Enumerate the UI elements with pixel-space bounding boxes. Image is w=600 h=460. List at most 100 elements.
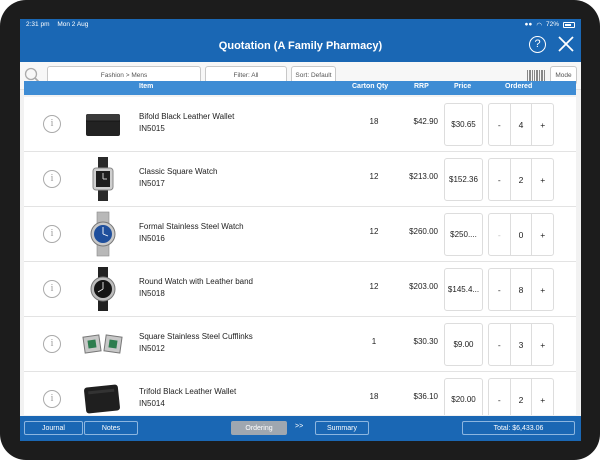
product-code: IN5015 bbox=[139, 124, 165, 133]
info-icon[interactable]: i bbox=[43, 170, 61, 188]
quantity-stepper: - 2 + bbox=[488, 378, 554, 415]
info-icon[interactable]: i bbox=[43, 390, 61, 408]
ordered-quantity[interactable]: 3 bbox=[509, 324, 532, 365]
product-code: IN5012 bbox=[139, 344, 165, 353]
price-field[interactable]: $9.00 bbox=[444, 323, 483, 366]
product-code: IN5016 bbox=[139, 234, 165, 243]
product-name: Trifold Black Leather Wallet bbox=[139, 387, 237, 396]
column-ordered: Ordered bbox=[505, 83, 533, 90]
barcode-icon[interactable] bbox=[527, 70, 545, 81]
rrp-value: $42.90 bbox=[413, 117, 438, 126]
carton-qty: 12 bbox=[369, 282, 379, 291]
summary-tab[interactable]: Summary bbox=[315, 421, 369, 435]
decrement-button[interactable]: - bbox=[489, 269, 510, 310]
battery-icon bbox=[563, 21, 575, 28]
decrement-button[interactable]: - bbox=[489, 104, 510, 145]
column-price: Price bbox=[454, 83, 472, 90]
product-name: Formal Stainless Steel Watch bbox=[139, 222, 244, 231]
product-code: IN5014 bbox=[139, 399, 165, 408]
price-field[interactable]: $152.36 bbox=[444, 158, 483, 201]
info-icon[interactable]: i bbox=[43, 335, 61, 353]
ordered-quantity[interactable]: 8 bbox=[509, 269, 532, 310]
cufflinks-icon bbox=[82, 334, 123, 354]
increment-button[interactable]: + bbox=[531, 159, 553, 200]
product-code: IN5018 bbox=[139, 289, 165, 298]
status-bar: 2:31 pm Mon 2 Aug ●● ◠ 72% bbox=[20, 19, 581, 30]
steel-watch-icon bbox=[90, 211, 116, 257]
carton-qty: 12 bbox=[369, 172, 379, 181]
product-row[interactable]: i Trifold Black Leather Wallet IN5014 18… bbox=[24, 372, 576, 415]
battery-fill bbox=[565, 23, 571, 26]
column-rrp: RRP bbox=[414, 83, 429, 90]
product-row[interactable]: i Formal Stainless Steel Watch IN5016 12… bbox=[24, 207, 576, 262]
notes-button[interactable]: Notes bbox=[84, 421, 138, 435]
carton-qty: 1 bbox=[371, 337, 377, 346]
product-row[interactable]: i Square Stainless Steel Cufflinks IN501… bbox=[24, 317, 576, 372]
info-icon[interactable]: i bbox=[43, 280, 61, 298]
status-time: 2:31 pm bbox=[26, 21, 50, 28]
carton-qty: 12 bbox=[369, 227, 379, 236]
carton-qty: 18 bbox=[369, 117, 379, 126]
wifi-icon: ◠ bbox=[536, 21, 542, 29]
price-field[interactable]: $250.... bbox=[444, 213, 483, 256]
increment-button[interactable]: + bbox=[531, 104, 553, 145]
bottom-toolbar: Journal Notes Ordering >> Summary Total:… bbox=[20, 416, 581, 441]
step-arrows: >> bbox=[295, 423, 304, 430]
ordered-quantity[interactable]: 4 bbox=[509, 104, 532, 145]
status-date: Mon 2 Aug bbox=[57, 21, 89, 28]
quantity-stepper: - 2 + bbox=[488, 158, 554, 201]
quantity-stepper: - 4 + bbox=[488, 103, 554, 146]
journal-button[interactable]: Journal bbox=[24, 421, 83, 435]
info-icon[interactable]: i bbox=[43, 115, 61, 133]
round-watch-icon bbox=[90, 267, 116, 311]
carton-qty: 18 bbox=[369, 392, 379, 401]
column-item: Item bbox=[139, 83, 154, 90]
product-row[interactable]: i Bifold Black Leather Wallet IN5015 18 … bbox=[24, 97, 576, 152]
product-list: i Bifold Black Leather Wallet IN5015 18 … bbox=[24, 97, 576, 415]
square-watch-icon bbox=[92, 157, 114, 201]
rrp-value: $30.30 bbox=[413, 337, 438, 346]
price-field[interactable]: $20.00 bbox=[444, 378, 483, 415]
decrement-button[interactable]: - bbox=[489, 324, 510, 365]
rrp-value: $36.10 bbox=[413, 392, 438, 401]
product-name: Round Watch with Leather band bbox=[139, 277, 253, 286]
total-button[interactable]: Total: $6,433.06 bbox=[462, 421, 575, 435]
column-carton-qty: Carton Qty bbox=[352, 83, 389, 90]
wallet-icon bbox=[86, 114, 120, 136]
quantity-stepper: - 0 + bbox=[488, 213, 554, 256]
quantity-stepper: - 8 + bbox=[488, 268, 554, 311]
increment-button[interactable]: + bbox=[531, 379, 553, 415]
info-icon[interactable]: i bbox=[43, 225, 61, 243]
increment-button[interactable]: + bbox=[531, 324, 553, 365]
wallet-icon bbox=[84, 384, 120, 414]
product-name: Bifold Black Leather Wallet bbox=[139, 112, 235, 121]
increment-button[interactable]: + bbox=[531, 214, 553, 255]
page-title: Quotation (A Family Pharmacy) bbox=[218, 40, 383, 52]
close-icon[interactable] bbox=[556, 34, 576, 54]
product-code: IN5017 bbox=[139, 179, 165, 188]
ordered-quantity[interactable]: 2 bbox=[509, 379, 532, 415]
increment-button[interactable]: + bbox=[531, 269, 553, 310]
product-row[interactable]: i Round Watch with Leather band IN5018 1… bbox=[24, 262, 576, 317]
price-field[interactable]: $145.4... bbox=[444, 268, 483, 311]
product-name: Square Stainless Steel Cufflinks bbox=[139, 332, 253, 341]
rrp-value: $213.00 bbox=[409, 172, 438, 181]
decrement-button[interactable]: - bbox=[489, 214, 510, 255]
rrp-value: $260.00 bbox=[409, 227, 438, 236]
product-row[interactable]: i Classic Square Watch IN5017 12 $213.00… bbox=[24, 152, 576, 207]
ordered-quantity[interactable]: 2 bbox=[509, 159, 532, 200]
battery-percent: 72% bbox=[545, 21, 559, 28]
decrement-button[interactable]: - bbox=[489, 159, 510, 200]
app-screen: 2:31 pm Mon 2 Aug ●● ◠ 72% Quotation (A … bbox=[20, 19, 581, 441]
quantity-stepper: - 3 + bbox=[488, 323, 554, 366]
ordered-quantity[interactable]: 0 bbox=[509, 214, 532, 255]
table-header: Item Carton Qty RRP Price Ordered bbox=[24, 81, 576, 95]
rrp-value: $203.00 bbox=[409, 282, 438, 291]
product-name: Classic Square Watch bbox=[139, 167, 218, 176]
help-button[interactable]: ? bbox=[529, 36, 546, 53]
signal-icon: ●● bbox=[524, 21, 533, 28]
price-field[interactable]: $30.65 bbox=[444, 103, 483, 146]
ordering-tab[interactable]: Ordering bbox=[231, 421, 287, 435]
nav-bar: Quotation (A Family Pharmacy) ? bbox=[20, 30, 581, 62]
decrement-button[interactable]: - bbox=[489, 379, 510, 415]
